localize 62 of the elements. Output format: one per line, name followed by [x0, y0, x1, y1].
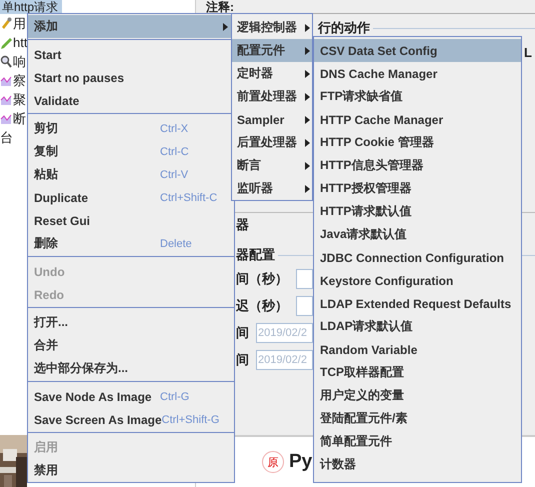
menu-item[interactable]: CSV Data Set Config [314, 39, 521, 62]
menu-item[interactable]: 配置元件 [232, 39, 312, 62]
menu-item[interactable]: Reset Gui [28, 209, 234, 232]
menu-item[interactable]: Start no pauses [28, 66, 234, 89]
menu-item[interactable]: 粘贴 Ctrl-V [28, 163, 234, 186]
menu-item[interactable]: Random Variable [314, 338, 521, 361]
input-field[interactable] [296, 296, 313, 316]
menu-item[interactable]: Duplicate Ctrl+Shift-C [28, 186, 234, 209]
menu-item[interactable]: 计数器 [314, 453, 521, 476]
menu-item[interactable]: Start [28, 43, 234, 66]
menu-item[interactable]: LDAP Extended Request Defaults [314, 292, 521, 315]
field-label: 间 [236, 324, 250, 342]
option-label: L [524, 44, 532, 60]
pencil-icon [0, 36, 12, 50]
field-label: 间（秒） [236, 270, 289, 288]
menu-item[interactable]: Save Node As Image Ctrl-G [28, 385, 234, 408]
menu-item[interactable]: Save Screen As ImageCtrl+Shift-G [28, 408, 234, 431]
section-label: 器 [236, 216, 249, 234]
menu-item[interactable]: 打开... [28, 311, 234, 334]
tree-item[interactable]: 断 [13, 110, 26, 128]
menu-item[interactable]: Java请求默认值 [314, 223, 521, 246]
original-badge: 原 [262, 451, 284, 473]
menu-item[interactable]: LDAP请求默认值 [314, 315, 521, 338]
menu-item[interactable]: Validate [28, 89, 234, 112]
wrench-icon [0, 16, 12, 30]
menu-item[interactable]: 合并 [28, 334, 234, 357]
menu-item[interactable]: JDBC Connection Configuration [314, 246, 521, 269]
menu-item[interactable]: 禁用 [28, 459, 234, 482]
tree-item[interactable]: htt [13, 35, 28, 50]
menu-item[interactable]: 用户定义的变量 [314, 384, 521, 407]
menu-item[interactable]: 登陆配置元件/素 [314, 407, 521, 430]
menu-item[interactable]: 删除 Delete [28, 232, 234, 255]
tree-item[interactable]: 用 [13, 14, 26, 32]
menu-item[interactable]: 添加 [28, 15, 234, 38]
menu-item[interactable]: FTP请求缺省值 [314, 85, 521, 108]
tree-item[interactable]: 单http请求 [0, 0, 62, 14]
field-label: 间 [236, 350, 250, 368]
caret-icon [305, 24, 310, 32]
menu-item[interactable]: HTTP信息头管理器 [314, 154, 521, 177]
menu-item[interactable]: 逻辑控制器 [232, 16, 312, 39]
tree-item[interactable]: 聚 [13, 90, 26, 108]
menu-item[interactable]: 复制 Ctrl-C [28, 140, 234, 163]
menu-item[interactable]: 选中部分保存为... [28, 357, 234, 380]
post-title: Py [289, 451, 312, 473]
menu-item[interactable]: HTTP Cookie 管理器 [314, 131, 521, 154]
menu-item[interactable]: TCP取样器配置 [314, 361, 521, 384]
menu-item[interactable]: HTTP请求默认值 [314, 200, 521, 223]
section-legend: 行的动作 [318, 19, 370, 37]
field-label: 迟（秒） [236, 296, 289, 314]
menu-item[interactable]: HTTP Cache Manager [314, 108, 521, 131]
menu-item[interactable]: HTTP授权管理器 [314, 177, 521, 200]
tree-item[interactable]: 察 [13, 72, 26, 90]
tree-item[interactable]: 台 [0, 128, 13, 146]
section-legend: 器配置 [236, 246, 275, 264]
menu-item[interactable]: 简单配置元件 [314, 430, 521, 453]
tree-item[interactable]: 响 [13, 52, 26, 70]
comment-label: 注释: [206, 1, 234, 13]
menu-item[interactable]: DNS Cache Manager [314, 62, 521, 85]
input-field[interactable] [296, 268, 313, 288]
menu-item[interactable]: Keystore Configuration [314, 269, 521, 292]
menu-item[interactable]: 剪切 Ctrl-X [28, 117, 234, 140]
magnifier-icon [0, 54, 12, 68]
